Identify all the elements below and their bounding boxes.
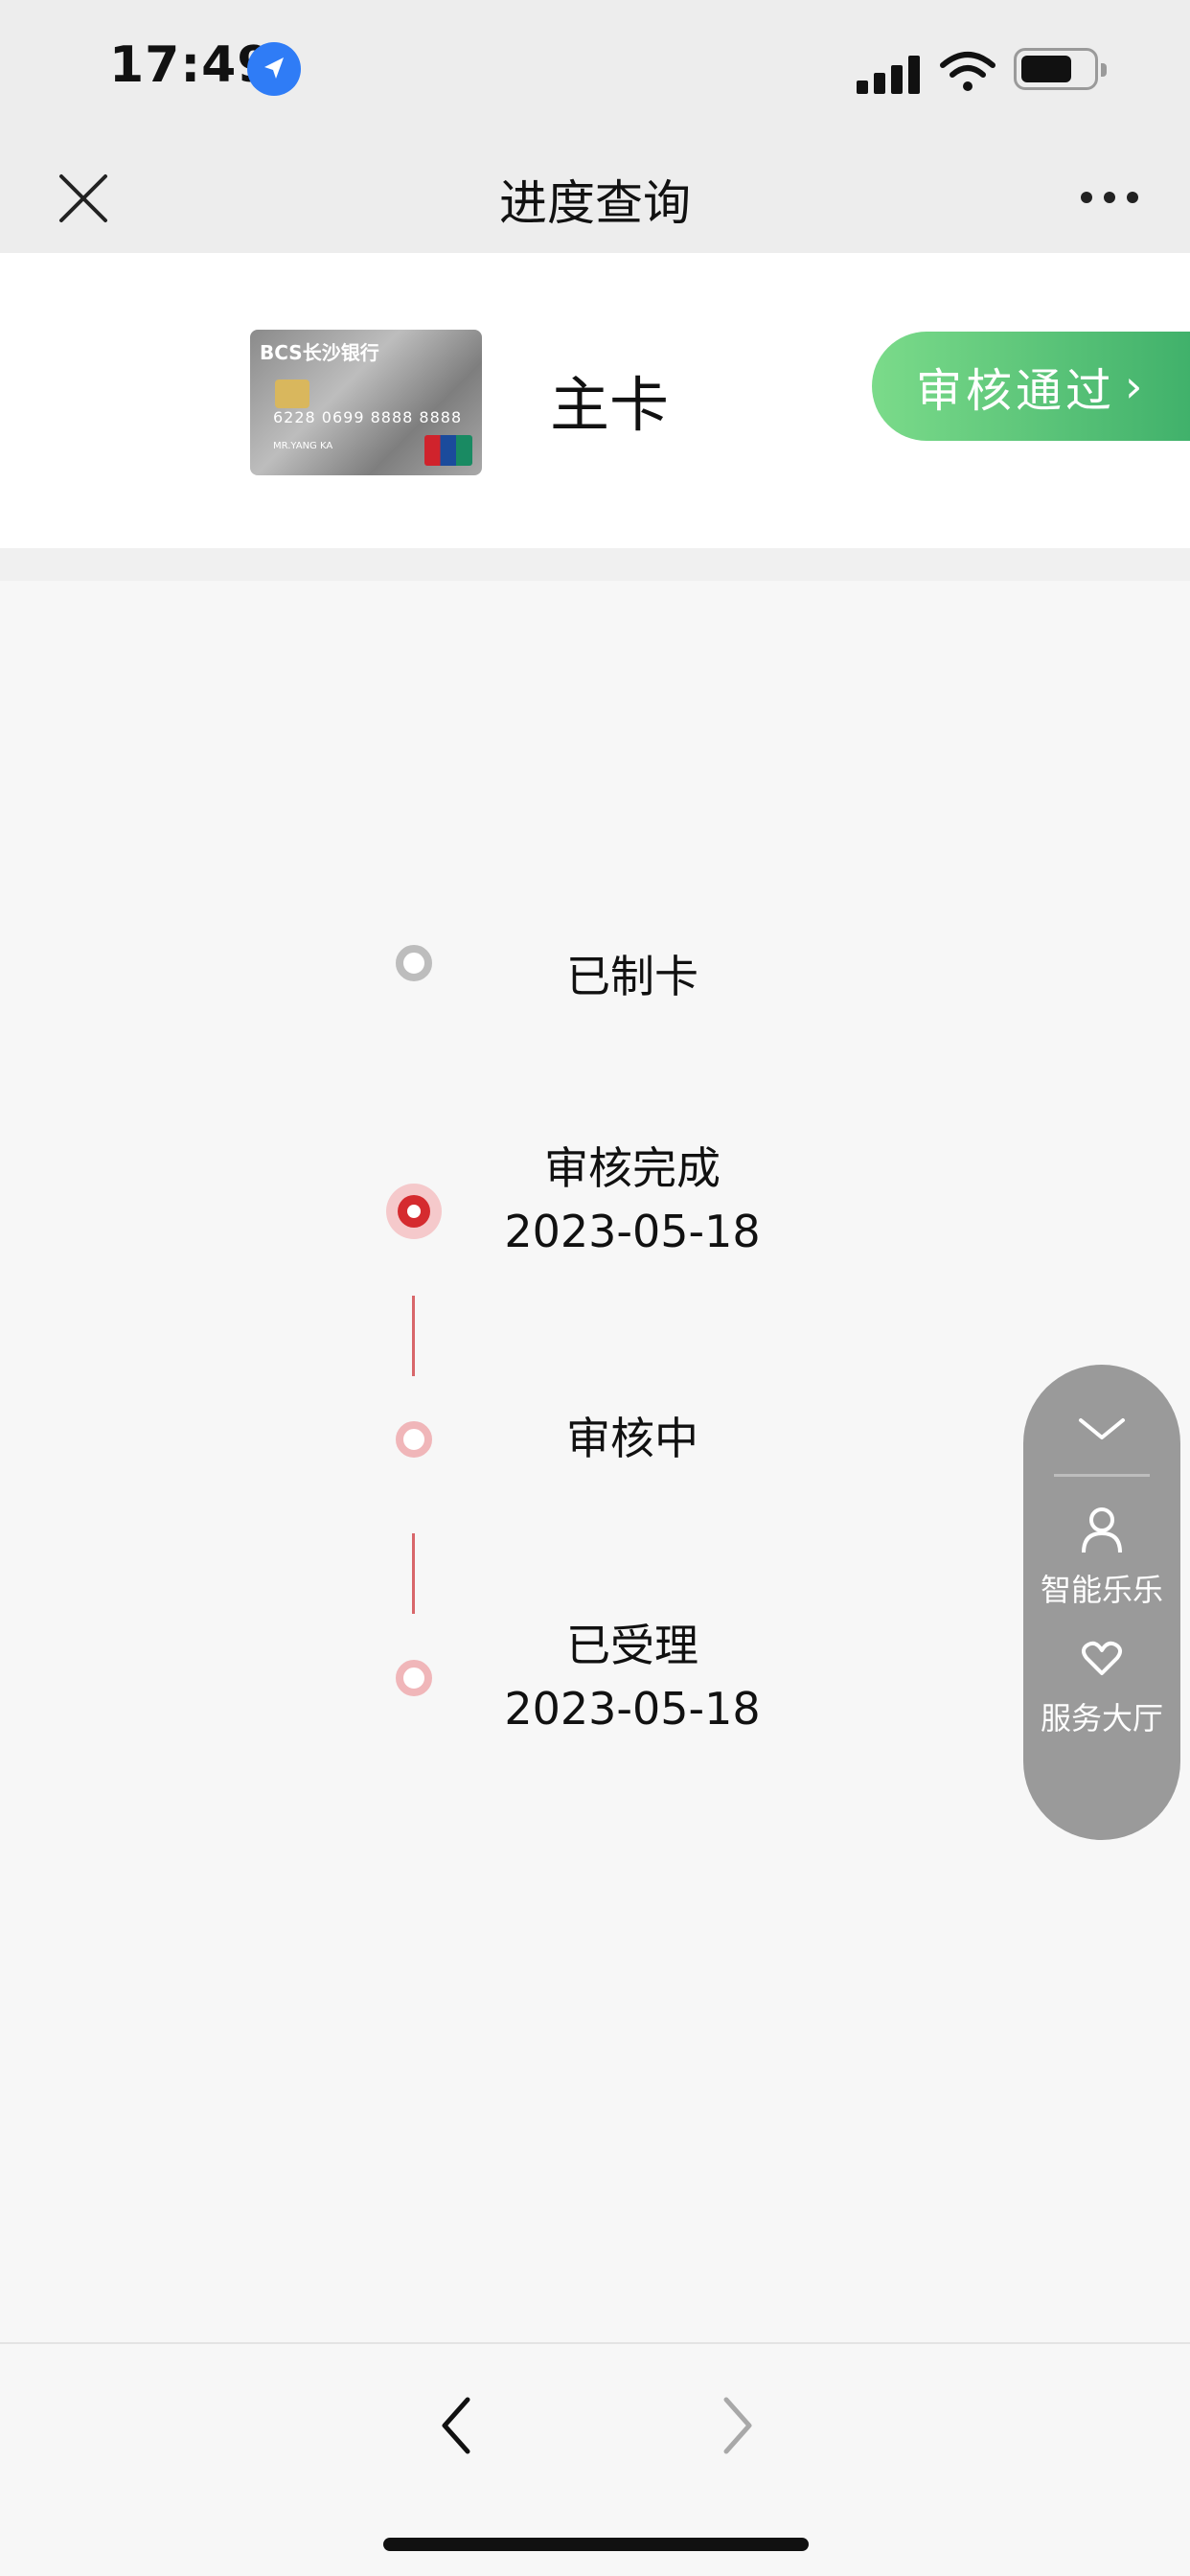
timeline-step-label: 已受理	[566, 1620, 698, 1671]
more-dots-icon[interactable]	[1081, 188, 1138, 207]
timeline-step-date: 2023-05-18	[504, 1683, 761, 1735]
timeline-step-date: 2023-05-18	[504, 1206, 761, 1257]
bottom-navigation	[0, 2342, 1190, 2576]
card-chip	[275, 380, 309, 408]
battery-icon	[1014, 48, 1107, 90]
timeline-step-label: 审核中	[566, 1413, 698, 1464]
menu-divider	[1054, 1474, 1150, 1477]
timeline-connector	[412, 1533, 415, 1614]
chevron-right-icon[interactable]	[715, 2390, 761, 2461]
person-icon[interactable]	[1081, 1506, 1123, 1554]
floating-service-menu: 智能乐乐 服务大厅	[1023, 1365, 1180, 1840]
progress-timeline: 已制卡 审核完成 2023-05-18 审核中 已受理 2023-05-18	[0, 581, 1190, 2344]
card-holder: MR.YANG KA	[273, 441, 333, 451]
chevron-down-icon[interactable]	[1077, 1414, 1127, 1443]
credit-card-image: BCS长沙银行 6228 0699 8888 8888 MR.YANG KA	[250, 330, 482, 475]
chevron-left-icon[interactable]	[433, 2390, 479, 2461]
section-divider	[0, 548, 1190, 581]
home-indicator[interactable]	[383, 2538, 809, 2551]
nav-bar: 进度查询	[0, 144, 1190, 253]
status-bar: 17:49	[0, 0, 1190, 144]
heart-hands-icon[interactable]	[1081, 1637, 1123, 1685]
timeline-connector	[412, 1296, 415, 1376]
location-arrow-icon	[247, 42, 301, 96]
chevron-right-icon: ›	[1125, 360, 1147, 412]
wifi-icon	[939, 50, 996, 92]
menu-item-label[interactable]: 智能乐乐	[1023, 1566, 1180, 1610]
timeline-step-label: 已制卡	[566, 951, 698, 1002]
page-title: 进度查询	[499, 175, 691, 231]
card-type: 主卡	[550, 370, 670, 440]
menu-item-label[interactable]: 服务大厅	[1023, 1694, 1180, 1738]
timeline-step-label: 审核完成	[544, 1142, 721, 1194]
unionpay-logo	[424, 435, 472, 466]
approval-status-button[interactable]: 审核通过 ›	[872, 332, 1190, 441]
bank-name: BCS长沙银行	[260, 341, 379, 364]
card-number: 6228 0699 8888 8888	[273, 408, 463, 426]
card-panel: BCS长沙银行 6228 0699 8888 8888 MR.YANG KA 主…	[0, 253, 1190, 548]
approval-status-label: 审核通过	[916, 364, 1116, 418]
cellular-signal-icon	[857, 48, 924, 94]
